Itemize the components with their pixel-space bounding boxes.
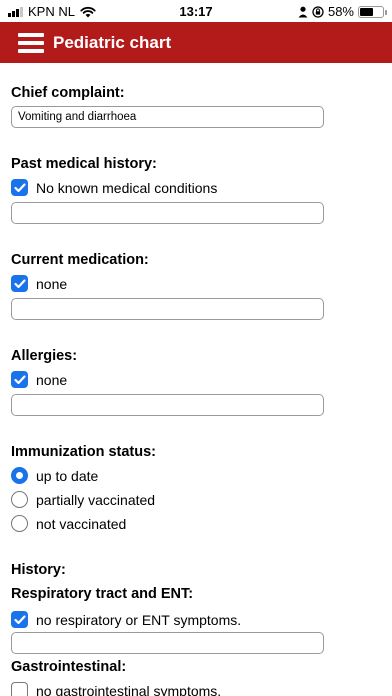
allergies-label: Allergies: (11, 348, 78, 364)
person-icon (298, 6, 308, 17)
current-medication-input[interactable] (11, 298, 324, 320)
checkbox-checked-icon (11, 611, 28, 628)
current-medication-label: Current medication: (11, 252, 149, 268)
respiratory-ent-checkbox[interactable]: no respiratory or ENT symptoms. (11, 611, 241, 628)
past-medical-history-label: Past medical history: (11, 156, 157, 172)
allergies-option-label: none (36, 371, 68, 388)
radio-unselected-icon (11, 491, 28, 508)
respiratory-ent-option-label: no respiratory or ENT symptoms. (36, 611, 242, 628)
immunization-status-label: Immunization status: (11, 444, 157, 460)
orientation-lock-icon (312, 5, 324, 18)
allergies-checkbox[interactable]: none (11, 371, 67, 388)
past-medical-history-input[interactable] (11, 202, 324, 224)
status-right: 58% (298, 4, 387, 19)
past-medical-history-option-label: No known medical conditions (36, 179, 218, 196)
gastrointestinal-checkbox[interactable]: no gastrointestinal symptoms. (11, 682, 221, 696)
checkbox-checked-icon (11, 371, 28, 388)
respiratory-ent-label: Respiratory tract and ENT: (11, 586, 194, 602)
current-medication-checkbox[interactable]: none (11, 275, 67, 292)
page-title: Pediatric chart (53, 32, 172, 52)
hamburger-menu-icon[interactable] (18, 32, 44, 53)
checkbox-checked-icon (11, 275, 28, 292)
past-medical-history-checkbox[interactable]: No known medical conditions (11, 179, 217, 196)
radio-unselected-icon (11, 515, 28, 532)
current-medication-option-label: none (36, 275, 68, 292)
immunization-radio-up-to-date[interactable]: up to date (11, 467, 98, 484)
immunization-option-label: not vaccinated (36, 515, 127, 532)
chief-complaint-label: Chief complaint: (11, 85, 125, 101)
respiratory-ent-input[interactable] (11, 632, 324, 654)
immunization-option-label: partially vaccinated (36, 491, 156, 508)
battery-icon (358, 5, 387, 18)
radio-selected-icon (11, 467, 28, 484)
battery-percent: 58% (327, 4, 354, 19)
app-header: Pediatric chart (0, 22, 392, 63)
checkbox-unchecked-icon (11, 682, 28, 696)
chief-complaint-input[interactable] (11, 106, 324, 128)
allergies-input[interactable] (11, 394, 324, 416)
immunization-option-label: up to date (36, 467, 99, 484)
history-label: History: (11, 562, 66, 578)
immunization-radio-not-vaccinated[interactable]: not vaccinated (11, 515, 126, 532)
status-bar: KPN NL 13:17 58% (0, 0, 392, 22)
battery-fill (360, 7, 373, 16)
gastrointestinal-option-label: no gastrointestinal symptoms. (36, 682, 222, 696)
gastrointestinal-label: Gastrointestinal: (11, 659, 127, 675)
checkbox-checked-icon (11, 179, 28, 196)
immunization-radio-partially-vaccinated[interactable]: partially vaccinated (11, 491, 155, 508)
